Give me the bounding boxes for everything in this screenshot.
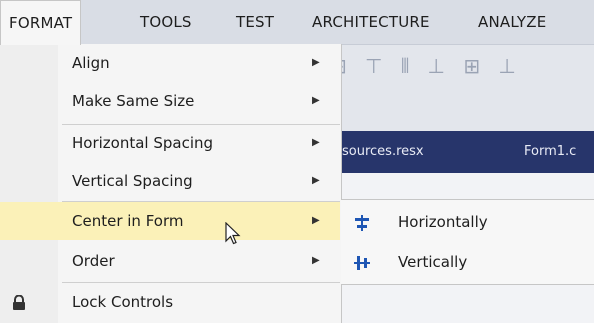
menu-item-horizontal-spacing-label: Horizontal Spacing (72, 134, 214, 152)
submenu-arrow-icon: ▶ (312, 137, 320, 148)
submenu-arrow-icon: ▶ (312, 175, 320, 186)
layout-toolbar-icons: ⊟ ⊤ ⫴ ⊥ ⊞ ⊥ (330, 54, 522, 78)
submenu-arrow-icon: ▶ (312, 57, 320, 68)
menu-format[interactable]: FORMAT (0, 0, 82, 45)
center-in-form-submenu: Horizontally Vertically (341, 199, 594, 285)
menu-item-align-label: Align (72, 54, 110, 72)
submenu-arrow-icon: ▶ (312, 215, 320, 226)
menu-bar: FORMAT TOOLS TEST ARCHITECTURE ANALYZE (0, 0, 594, 45)
format-menu-dropdown: Align ▶ Make Same Size ▶ Horizontal Spac… (0, 44, 342, 323)
submenu-item-horizontally[interactable]: Horizontally (341, 202, 594, 242)
submenu-item-horizontally-label: Horizontally (398, 213, 488, 231)
menu-item-order-label: Order (72, 252, 115, 270)
menu-architecture-label: ARCHITECTURE (312, 13, 430, 31)
lock-icon (8, 283, 30, 321)
menu-test[interactable]: TEST (236, 0, 274, 44)
menu-item-center-in-form[interactable]: Center in Form ▶ (0, 202, 340, 240)
menu-item-vertical-spacing-label: Vertical Spacing (72, 172, 193, 190)
tab-form1[interactable]: Form1.c (524, 131, 576, 173)
menu-architecture[interactable]: ARCHITECTURE (312, 0, 430, 44)
menu-item-make-same-size[interactable]: Make Same Size ▶ (0, 82, 340, 120)
menu-format-label: FORMAT (9, 14, 73, 32)
menu-item-order[interactable]: Order ▶ (0, 242, 340, 280)
submenu-arrow-icon: ▶ (312, 95, 320, 106)
menu-item-vertical-spacing[interactable]: Vertical Spacing ▶ (0, 162, 340, 200)
menu-item-make-same-size-label: Make Same Size (72, 92, 195, 110)
menu-item-align[interactable]: Align ▶ (0, 44, 340, 82)
menu-item-center-in-form-label: Center in Form (72, 212, 184, 230)
center-vertically-icon (351, 242, 373, 282)
tab-form1-label: Form1.c (524, 144, 577, 159)
tab-resources-resx[interactable]: sources.resx (342, 131, 424, 173)
menu-test-label: TEST (236, 13, 275, 31)
mouse-cursor-icon (225, 221, 241, 250)
submenu-item-vertically-label: Vertically (398, 253, 468, 271)
submenu-item-vertically[interactable]: Vertically (341, 242, 594, 282)
submenu-arrow-icon: ▶ (312, 255, 320, 266)
menu-analyze-label: ANALYZE (478, 13, 547, 31)
menu-item-lock-controls[interactable]: Lock Controls (0, 283, 340, 321)
menu-item-lock-controls-label: Lock Controls (72, 293, 174, 311)
tab-resources-resx-label: sources.resx (342, 144, 424, 159)
menu-item-horizontal-spacing[interactable]: Horizontal Spacing ▶ (0, 124, 340, 162)
center-horizontally-icon (351, 202, 373, 242)
menu-tools-label: TOOLS (140, 13, 192, 31)
menu-tools[interactable]: TOOLS (140, 0, 192, 44)
menu-analyze[interactable]: ANALYZE (478, 0, 546, 44)
